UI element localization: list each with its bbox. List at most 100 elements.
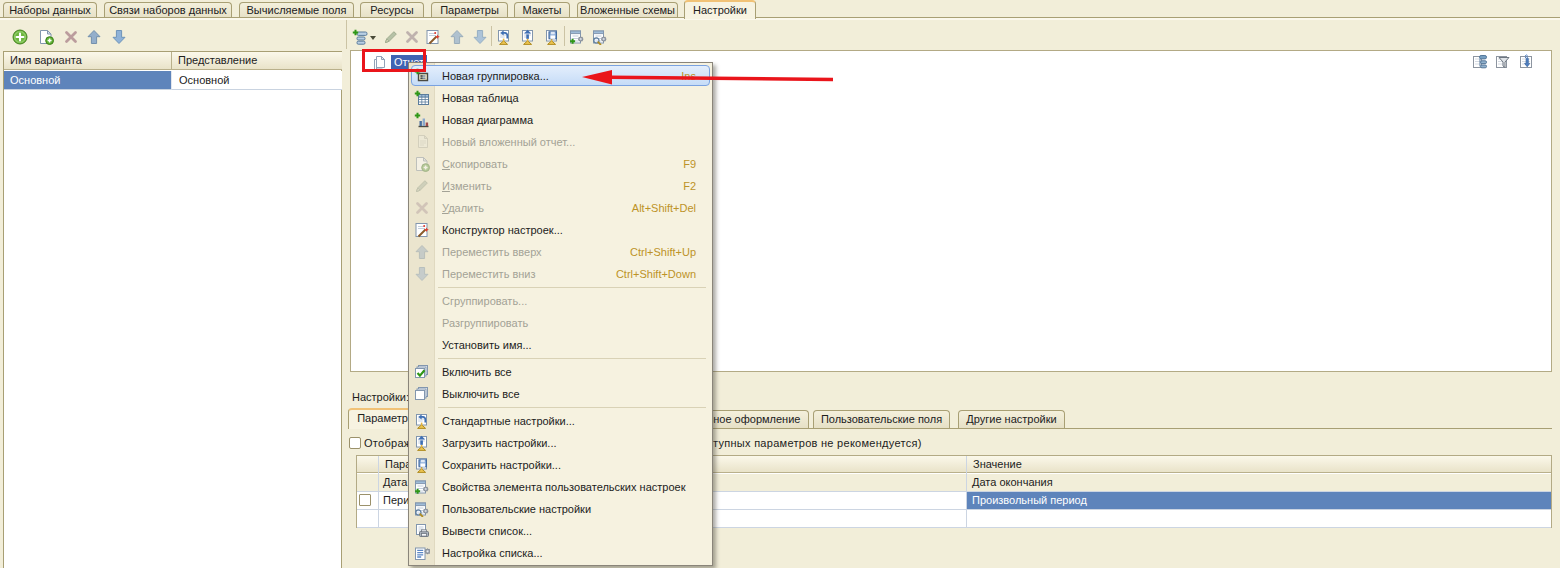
menu-item-standard-settings[interactable]: Стандартные настройки... xyxy=(409,410,712,432)
menu-item-group[interactable]: Сгруппировать... xyxy=(409,290,712,312)
delete-icon xyxy=(409,200,435,216)
variant-presentation-cell[interactable]: Основной xyxy=(171,71,342,90)
toolbar-separator xyxy=(564,26,565,46)
menu-item-settings-constructor[interactable]: Конструктор настроек... xyxy=(409,219,712,241)
move-down-icon xyxy=(472,29,488,45)
add-icon xyxy=(12,29,28,45)
copy-add-icon xyxy=(38,29,54,45)
menu-item-new-grouping[interactable]: Новая группировка... Ins xyxy=(409,65,712,87)
menu-item-list-settings[interactable]: Настройка списка... xyxy=(409,542,712,564)
constructor-icon xyxy=(409,222,435,238)
standard-settings-button[interactable] xyxy=(496,29,512,45)
standard-settings-icon xyxy=(496,29,512,45)
structure-icon[interactable] xyxy=(1472,54,1488,70)
move-up-icon xyxy=(449,29,465,45)
move-down-icon xyxy=(111,29,127,45)
context-menu: Новая группировка... Ins Новая таблица Н… xyxy=(408,62,713,566)
menu-item-new-chart[interactable]: Новая диаграмма xyxy=(409,109,712,131)
move-down-icon xyxy=(409,266,435,282)
new-chart-icon xyxy=(409,112,435,128)
tab-data-sets[interactable]: Наборы данных xyxy=(3,2,97,18)
new-table-icon xyxy=(409,90,435,106)
nested-report-icon xyxy=(409,134,435,150)
show-unavailable-parameters-checkbox[interactable] xyxy=(349,437,361,449)
menu-item-ungroup[interactable]: Разгруппировать xyxy=(409,312,712,334)
user-settings-button[interactable] xyxy=(592,29,608,45)
tab-parameters[interactable]: Параметры xyxy=(431,2,508,18)
toolbar-separator xyxy=(491,26,492,46)
copy-variant-button[interactable] xyxy=(38,29,54,45)
add-settings-item-button[interactable] xyxy=(352,29,368,45)
move-up-icon xyxy=(86,29,102,45)
tab-resources[interactable]: Ресурсы xyxy=(360,2,424,18)
move-variant-down-button[interactable] xyxy=(111,29,127,45)
move-variant-up-button[interactable] xyxy=(86,29,102,45)
table-gridline xyxy=(966,456,967,528)
add-item-icon xyxy=(352,29,368,45)
user-settings-properties-icon xyxy=(569,29,585,45)
move-settings-item-down-button[interactable] xyxy=(472,29,488,45)
settings-tab-other-settings[interactable]: Другие настройки xyxy=(958,410,1065,428)
menu-item-user-settings-item-properties[interactable]: Свойства элемента пользовательских настр… xyxy=(409,476,712,498)
save-settings-button[interactable] xyxy=(544,29,560,45)
delete-variant-button[interactable] xyxy=(63,29,79,45)
pencil-icon xyxy=(409,178,435,194)
settings-constructor-button[interactable] xyxy=(425,29,441,45)
add-dropdown-arrow-icon[interactable] xyxy=(370,36,376,40)
settings-tab-user-fields[interactable]: Пользовательские поля xyxy=(813,410,950,428)
menu-item-set-name[interactable]: Установить имя... xyxy=(409,334,712,356)
variants-grid: Имя варианта Представление Основной Осно… xyxy=(3,51,342,568)
menu-item-move-up[interactable]: Переместить вверх Ctrl+Shift+Up xyxy=(409,241,712,263)
user-settings-item-properties-button[interactable] xyxy=(569,29,585,45)
add-variant-button[interactable] xyxy=(12,29,28,45)
user-settings-properties-icon xyxy=(409,479,435,495)
menu-item-user-settings[interactable]: Пользовательские настройки xyxy=(409,498,712,520)
list-settings-icon xyxy=(409,545,435,561)
menu-item-enable-all[interactable]: Включить все xyxy=(409,361,712,383)
parameter-value-cell[interactable] xyxy=(966,510,1551,528)
disable-all-icon xyxy=(409,386,435,402)
parameter-value-cell-selected[interactable]: Произвольный период xyxy=(966,492,1551,510)
filter-icon[interactable] xyxy=(1495,54,1511,70)
column-header-use[interactable] xyxy=(357,456,378,473)
parameter-use-checkbox[interactable] xyxy=(359,494,371,506)
tab-data-set-links[interactable]: Связи наборов данных xyxy=(104,2,232,18)
menu-item-load-settings[interactable]: Загрузить настройки... xyxy=(409,432,712,454)
delete-settings-item-button[interactable] xyxy=(404,29,420,45)
tab-settings[interactable]: Настройки xyxy=(684,0,756,19)
menu-item-save-settings[interactable]: Сохранить настройки... xyxy=(409,454,712,476)
user-settings-icon xyxy=(409,501,435,517)
tab-calculated-fields[interactable]: Вычисляемые поля xyxy=(239,2,354,18)
table-gridline xyxy=(378,456,379,528)
delete-icon xyxy=(63,29,79,45)
parameter-value-cell[interactable]: Дата окончания xyxy=(966,474,1551,492)
edit-settings-item-button[interactable] xyxy=(383,29,399,45)
column-header-variant-name[interactable]: Имя варианта xyxy=(4,52,171,70)
menu-item-delete[interactable]: Удалить Alt+Shift+Del xyxy=(409,197,712,219)
toolbar-splitter xyxy=(346,20,347,49)
column-header-presentation[interactable]: Представление xyxy=(171,52,342,70)
sort-icon[interactable] xyxy=(1519,54,1535,70)
menu-item-new-table[interactable]: Новая таблица xyxy=(409,87,712,109)
designer-window: Наборы данных Связи наборов данных Вычис… xyxy=(0,0,1560,568)
column-header-value[interactable]: Значение xyxy=(966,456,1551,473)
tab-nested-schemas[interactable]: Вложенные схемы xyxy=(577,2,678,18)
print-list-icon xyxy=(409,523,435,539)
tab-layouts[interactable]: Макеты xyxy=(514,2,570,18)
move-settings-item-up-button[interactable] xyxy=(449,29,465,45)
annotation-box xyxy=(362,49,426,72)
menu-item-print-list[interactable]: Вывести список... xyxy=(409,520,712,542)
copy-add-icon xyxy=(409,156,435,172)
menu-item-disable-all[interactable]: Выключить все xyxy=(409,383,712,405)
settings-label: Настройки: xyxy=(352,391,409,403)
menu-item-edit[interactable]: Изменить F2 xyxy=(409,175,712,197)
load-settings-icon xyxy=(409,435,435,451)
load-settings-button[interactable] xyxy=(520,29,536,45)
variant-name-cell[interactable]: Основной xyxy=(4,71,171,90)
menu-item-new-nested-report[interactable]: Новый вложенный отчет... xyxy=(409,131,712,153)
move-up-icon xyxy=(409,244,435,260)
delete-icon xyxy=(404,29,420,45)
save-settings-icon xyxy=(544,29,560,45)
menu-item-move-down[interactable]: Переместить вниз Ctrl+Shift+Down xyxy=(409,263,712,285)
menu-item-copy[interactable]: Скопировать F9 xyxy=(409,153,712,175)
